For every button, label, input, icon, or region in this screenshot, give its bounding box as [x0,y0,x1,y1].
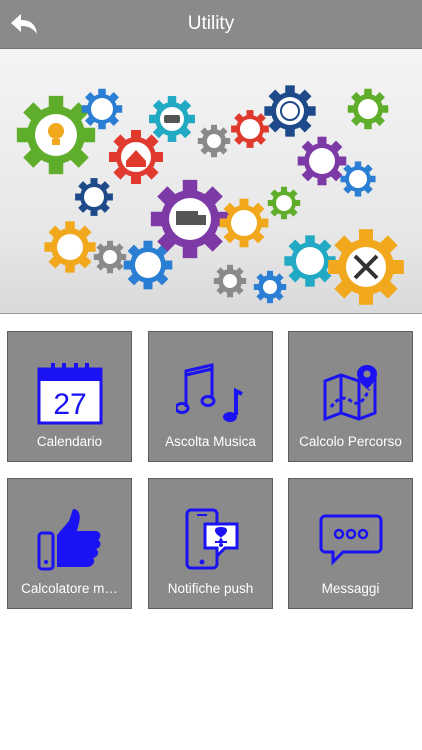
music-notes-icon [175,363,243,422]
chat-bubble-icon [319,514,382,566]
tile-notifiche-push[interactable]: Notifiche push [148,478,273,609]
tile-calcolo-percorso[interactable]: Calcolo Percorso [288,331,413,462]
tile-messaggi[interactable]: Messaggi [288,478,413,609]
top-bar: Utility [0,0,422,49]
tile-label: Calcolo Percorso [299,434,402,449]
calendar-icon: 27 [37,363,102,425]
tile-ascolta-musica[interactable]: Ascolta Musica [148,331,273,462]
map-route-icon [323,365,377,422]
page-title: Utility [187,13,235,34]
tile-label: Calendario [36,434,103,449]
tile-calcolatore[interactable]: Calcolatore m… [7,478,132,609]
push-notification-icon [185,508,238,570]
thumbs-up-icon [37,509,100,571]
banner-image [0,49,422,314]
tile-label: Ascolta Musica [165,434,256,449]
tile-calendario[interactable]: 27 Calendario [7,331,132,462]
tile-label: Messaggi [321,581,380,596]
calendar-date-text: 27 [53,388,86,421]
tile-label: Calcolatore m… [21,581,118,596]
tile-label: Notifiche push [167,581,254,596]
colorful-gears-icon [16,85,404,305]
